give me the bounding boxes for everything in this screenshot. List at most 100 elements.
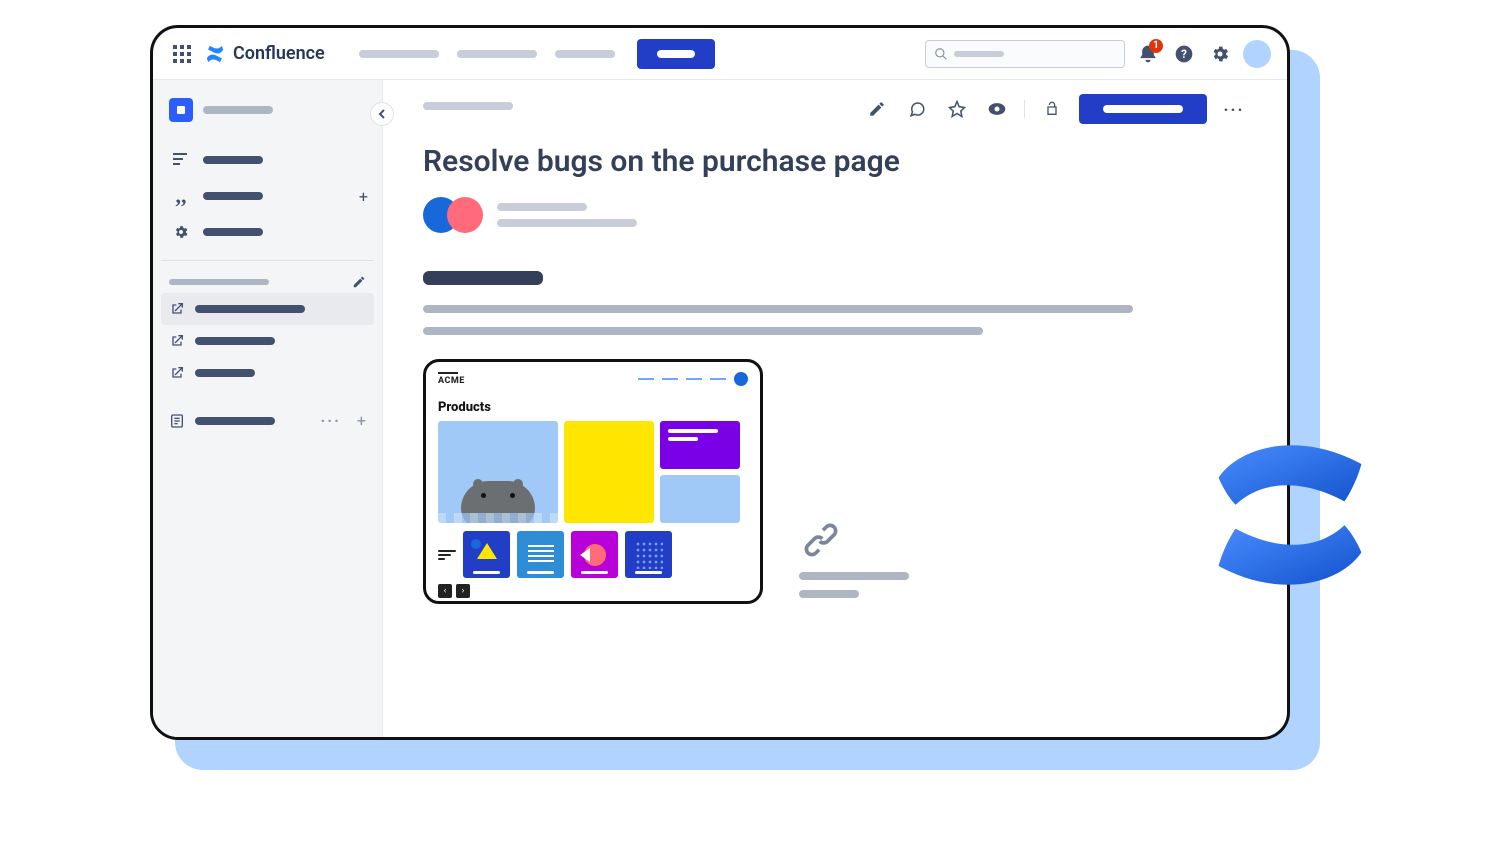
page-tree-item[interactable]: ··· + xyxy=(161,403,374,438)
more-icon[interactable]: ··· xyxy=(320,411,340,430)
shortcut-icon xyxy=(169,333,185,349)
nav-link-placeholder[interactable] xyxy=(457,50,537,58)
overview-icon xyxy=(169,148,193,172)
app-switcher-icon[interactable] xyxy=(169,41,195,67)
more-actions-icon[interactable]: ··· xyxy=(1221,96,1247,122)
button-label-placeholder xyxy=(657,50,695,58)
sidebar-label-placeholder xyxy=(203,228,263,236)
confluence-icon xyxy=(205,44,225,64)
add-icon[interactable]: + xyxy=(359,187,368,206)
smart-link[interactable] xyxy=(799,518,909,598)
quote-icon: ,, xyxy=(169,184,193,208)
top-navigation: Confluence 1 ? xyxy=(153,28,1287,80)
confluence-logo-decoration xyxy=(1205,430,1375,600)
card-avatar xyxy=(734,372,748,386)
edit-icon[interactable] xyxy=(864,96,890,122)
page-name-placeholder xyxy=(195,417,275,425)
next-button[interactable]: › xyxy=(456,584,470,598)
sidebar-item-overview[interactable] xyxy=(161,142,374,178)
shortcut-icon xyxy=(169,301,185,317)
product-tile[interactable] xyxy=(564,421,654,523)
breadcrumb-placeholder[interactable] xyxy=(423,102,513,110)
page-icon xyxy=(169,413,185,429)
body-text-placeholder xyxy=(423,327,983,335)
product-grid xyxy=(438,421,748,523)
page-name-placeholder xyxy=(195,369,255,377)
product-name: Confluence xyxy=(233,43,325,64)
card-nav xyxy=(638,372,748,386)
button-label-placeholder xyxy=(1103,105,1183,113)
nav-link-placeholder[interactable] xyxy=(555,50,615,58)
thumbnail-row xyxy=(438,531,748,578)
notifications-icon[interactable]: 1 xyxy=(1135,41,1161,67)
notification-badge: 1 xyxy=(1149,39,1163,53)
user-avatar[interactable] xyxy=(1243,40,1271,68)
last-updated-placeholder xyxy=(497,219,637,227)
card-section-title: Products xyxy=(438,400,748,415)
page-tree-item[interactable] xyxy=(161,357,374,389)
nav-link-placeholder[interactable] xyxy=(359,50,439,58)
link-icon xyxy=(799,518,843,562)
section-heading-placeholder xyxy=(423,271,543,285)
share-button[interactable] xyxy=(1079,94,1207,124)
space-name-placeholder xyxy=(203,106,273,114)
create-button[interactable] xyxy=(637,39,715,69)
product-tile[interactable] xyxy=(438,421,558,523)
gear-icon xyxy=(169,220,193,244)
page-tree-item[interactable] xyxy=(161,325,374,357)
filter-icon[interactable] xyxy=(438,550,456,560)
help-icon[interactable]: ? xyxy=(1171,41,1197,67)
comment-icon[interactable] xyxy=(904,96,930,122)
product-tile[interactable] xyxy=(660,475,740,523)
page-tree-item[interactable] xyxy=(161,293,374,325)
page-toolbar: ··· xyxy=(423,94,1247,124)
space-header[interactable] xyxy=(161,92,374,128)
product-tile[interactable] xyxy=(660,421,740,469)
body-text-placeholder xyxy=(423,305,1133,313)
thumbnail[interactable] xyxy=(571,531,618,578)
edit-icon[interactable] xyxy=(352,275,366,289)
page-name-placeholder xyxy=(195,305,305,313)
sidebar-divider xyxy=(161,260,374,261)
link-source-placeholder xyxy=(799,590,859,598)
sidebar-label-placeholder xyxy=(203,156,263,164)
search-placeholder xyxy=(954,51,1004,57)
search-input[interactable] xyxy=(925,40,1125,68)
pager: ‹ › xyxy=(438,584,748,598)
page-byline xyxy=(423,197,1247,233)
sidebar-item-settings[interactable] xyxy=(161,214,374,250)
thumbnail[interactable] xyxy=(517,531,564,578)
toolbar-separator xyxy=(1024,100,1025,118)
author-avatars[interactable] xyxy=(423,197,483,233)
sidebar-label-placeholder xyxy=(203,192,263,200)
space-icon xyxy=(169,98,193,122)
product-logo[interactable]: Confluence xyxy=(205,43,325,64)
restrictions-icon[interactable] xyxy=(1039,96,1065,122)
sidebar-section-header xyxy=(161,271,374,293)
thumbnail[interactable] xyxy=(625,531,672,578)
page-name-placeholder xyxy=(195,337,275,345)
thumbnail[interactable] xyxy=(463,531,510,578)
add-icon[interactable]: + xyxy=(357,411,366,430)
nav-links xyxy=(359,50,615,58)
sidebar-collapse-button[interactable] xyxy=(370,102,394,126)
app-window: Confluence 1 ? xyxy=(150,25,1290,740)
avatar xyxy=(447,197,483,233)
search-icon xyxy=(934,47,948,61)
main-content: ··· Resolve bugs on the purchase page xyxy=(383,80,1287,737)
star-icon[interactable] xyxy=(944,96,970,122)
watch-icon[interactable] xyxy=(984,96,1010,122)
settings-icon[interactable] xyxy=(1207,41,1233,67)
prev-button[interactable]: ‹ xyxy=(438,584,452,598)
link-title-placeholder xyxy=(799,572,909,580)
sidebar-item-blog[interactable]: ,, + xyxy=(161,178,374,214)
shortcut-icon xyxy=(169,365,185,381)
svg-text:?: ? xyxy=(1181,47,1187,61)
section-title-placeholder xyxy=(169,279,269,285)
page-title: Resolve bugs on the purchase page xyxy=(423,144,1247,179)
author-name-placeholder xyxy=(497,203,587,211)
sidebar: ,, + xyxy=(153,80,383,737)
card-brand: ACME xyxy=(438,372,465,386)
embedded-preview-card[interactable]: ACME Products xyxy=(423,359,763,604)
chevron-left-icon xyxy=(377,109,387,119)
